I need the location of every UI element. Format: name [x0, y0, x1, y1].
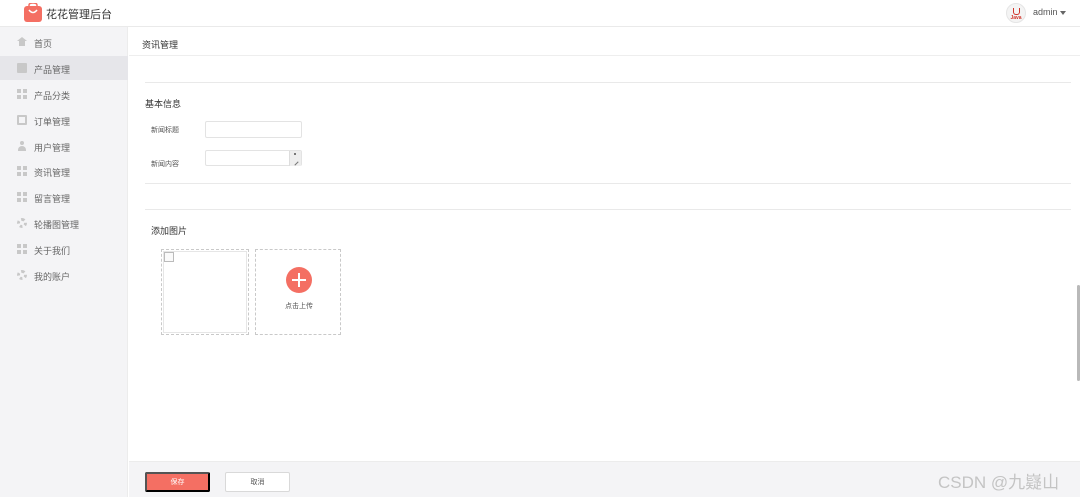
sidebar-item-label: 首页 — [34, 39, 53, 49]
avatar-badge: Java — [1010, 15, 1022, 21]
sidebar-item-label: 用户管理 — [34, 143, 71, 153]
gear-icon — [17, 270, 27, 280]
image-preview[interactable] — [161, 249, 249, 335]
watermark: CSDN @九嶷山 — [938, 473, 1060, 492]
divider — [145, 183, 1071, 184]
sidebar-item-label: 产品分类 — [34, 91, 71, 101]
sidebar-item-categories[interactable]: 产品分类 — [0, 82, 128, 106]
sidebar-item-account[interactable]: 我的账户 — [0, 263, 128, 287]
upload-label: 点击上传 — [285, 303, 313, 310]
java-cup-icon — [1013, 8, 1020, 15]
sidebar-item-home[interactable]: 首页 — [0, 30, 128, 54]
top-bar: 花花管理后台 Java admin — [0, 0, 1080, 27]
broken-image-icon — [164, 252, 174, 262]
cancel-button[interactable]: 取消 — [225, 472, 290, 492]
sidebar-item-label: 我的账户 — [34, 272, 71, 282]
shopping-bag-logo-icon — [24, 3, 42, 22]
sidebar-item-carousel[interactable]: 轮播图管理 — [0, 211, 128, 235]
sidebar-item-label: 留言管理 — [34, 194, 71, 204]
product-icon — [17, 63, 27, 73]
grid-icon — [17, 244, 27, 254]
sidebar-item-products[interactable]: 产品管理 — [0, 56, 128, 80]
home-icon — [17, 37, 27, 46]
document-icon — [17, 115, 27, 125]
app-title: 花花管理后台 — [46, 9, 112, 21]
news-title-input[interactable] — [205, 121, 302, 138]
sidebar-item-label: 产品管理 — [34, 65, 71, 75]
sidebar: 首页 产品管理 产品分类 订单管理 用户管理 资讯管理 留言管理 轮播图管理 关… — [0, 27, 128, 497]
grid-icon — [17, 192, 27, 202]
divider — [145, 209, 1071, 210]
sidebar-item-label: 轮播图管理 — [34, 220, 80, 230]
user-icon — [17, 141, 27, 151]
resize-handle-icon[interactable] — [289, 151, 301, 166]
user-name[interactable]: admin — [1033, 7, 1058, 17]
sidebar-item-label: 订单管理 — [34, 117, 71, 127]
sidebar-item-news[interactable]: 资讯管理 — [0, 159, 128, 183]
news-content-label: 新闻内容 — [151, 161, 179, 168]
basic-info-title: 基本信息 — [145, 99, 182, 109]
gear-icon — [17, 218, 27, 228]
sidebar-item-label: 资讯管理 — [34, 168, 71, 178]
grid-icon — [17, 89, 27, 99]
sidebar-item-users[interactable]: 用户管理 — [0, 134, 128, 158]
sidebar-item-about[interactable]: 关于我们 — [0, 237, 128, 261]
divider — [145, 82, 1071, 83]
sidebar-item-messages[interactable]: 留言管理 — [0, 185, 128, 209]
image-frame — [163, 251, 247, 333]
news-content-textarea[interactable] — [205, 150, 302, 166]
main-content: 资讯管理 基本信息 新闻标题 新闻内容 添加图片 点击上传 — [129, 27, 1080, 497]
grid-icon — [17, 166, 27, 176]
user-avatar[interactable]: Java — [1006, 3, 1026, 23]
news-title-label: 新闻标题 — [151, 127, 179, 134]
add-images-title: 添加图片 — [151, 226, 188, 236]
plus-icon — [286, 267, 312, 293]
page-title: 资讯管理 — [142, 40, 179, 50]
divider — [129, 55, 1080, 56]
save-button[interactable]: 保存 — [145, 472, 210, 492]
sidebar-item-label: 关于我们 — [34, 246, 71, 256]
upload-button[interactable]: 点击上传 — [255, 249, 341, 335]
sidebar-item-orders[interactable]: 订单管理 — [0, 108, 128, 132]
chevron-down-icon[interactable] — [1060, 11, 1066, 15]
